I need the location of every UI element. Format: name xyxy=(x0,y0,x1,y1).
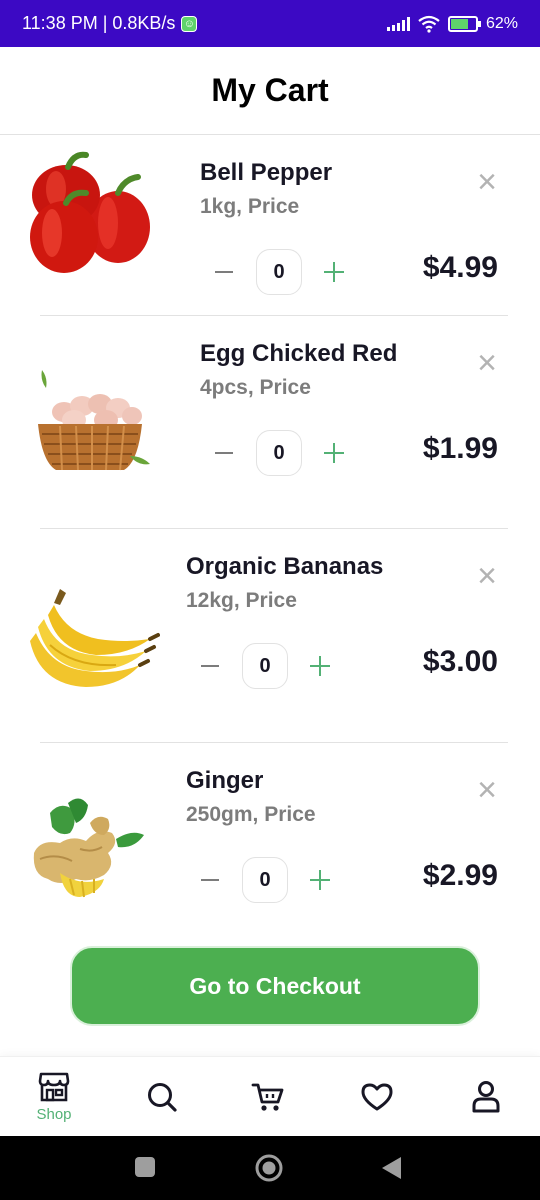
remove-item-button[interactable]: × xyxy=(474,559,500,593)
remove-item-button[interactable]: × xyxy=(474,165,500,199)
home-icon[interactable] xyxy=(254,1153,284,1183)
item-name: Ginger xyxy=(186,767,264,794)
item-price: $2.99 xyxy=(422,859,498,892)
nav-item-account[interactable] xyxy=(446,1057,526,1137)
store-icon xyxy=(38,1072,70,1101)
minus-icon xyxy=(201,665,219,667)
increase-quantity-button[interactable] xyxy=(302,857,338,903)
notification-app-icon: ☺ xyxy=(181,15,198,32)
decrease-quantity-button[interactable] xyxy=(206,430,242,476)
cart-item: Bell Pepper 1kg, Price × 0 $4.99 xyxy=(0,135,540,316)
item-price: $1.99 xyxy=(422,432,498,465)
bell-pepper-image xyxy=(30,151,150,273)
item-subtitle: 4pcs, Price xyxy=(200,376,311,399)
wifi-icon xyxy=(418,15,440,33)
minus-icon xyxy=(215,452,233,454)
nav-label-shop: Shop xyxy=(36,1105,72,1123)
item-subtitle: 1kg, Price xyxy=(200,195,300,218)
ginger-image xyxy=(33,798,144,898)
back-icon[interactable] xyxy=(380,1156,402,1180)
minus-icon xyxy=(201,879,219,881)
quantity-stepper: 0 xyxy=(192,643,338,689)
quantity-value: 0 xyxy=(256,249,302,295)
item-price: $3.00 xyxy=(422,645,498,678)
page-title: My Cart xyxy=(0,47,540,135)
checkout-button[interactable]: Go to Checkout xyxy=(70,946,480,1026)
decrease-quantity-button[interactable] xyxy=(206,249,242,295)
search-icon xyxy=(148,1083,177,1112)
increase-quantity-button[interactable] xyxy=(316,430,352,476)
increase-quantity-button[interactable] xyxy=(316,249,352,295)
remove-item-button[interactable]: × xyxy=(474,346,500,380)
cart-item: Egg Chicked Red 4pcs, Price × 0 $1.99 xyxy=(0,316,540,529)
battery-icon xyxy=(447,15,481,32)
item-price: $4.99 xyxy=(422,251,498,284)
item-subtitle: 12kg, Price xyxy=(186,589,297,612)
nav-item-favourite[interactable] xyxy=(337,1057,417,1137)
heart-icon xyxy=(361,1083,393,1111)
item-name: Egg Chicked Red xyxy=(200,340,398,367)
battery-percent: 62% xyxy=(485,14,518,32)
nav-item-cart[interactable] xyxy=(228,1057,308,1137)
quantity-value: 0 xyxy=(242,643,288,689)
status-time: 11:38 PM | 0.8KB/s xyxy=(22,13,176,33)
nav-item-shop[interactable]: Shop xyxy=(14,1057,94,1137)
bananas-image xyxy=(30,589,160,687)
item-subtitle: 250gm, Price xyxy=(186,803,316,826)
item-name: Organic Bananas xyxy=(186,553,384,580)
signal-icon xyxy=(386,16,410,31)
cart-icon xyxy=(251,1083,284,1111)
item-name: Bell Pepper xyxy=(200,159,333,186)
cart-item: Ginger 250gm, Price × 0 $2.99 xyxy=(0,743,540,943)
decrease-quantity-button[interactable] xyxy=(192,857,228,903)
quantity-stepper: 0 xyxy=(206,430,352,476)
cart-item: Organic Bananas 12kg, Price × 0 $3.00 xyxy=(0,529,540,743)
system-nav-bar xyxy=(0,1136,540,1200)
egg-basket-image xyxy=(38,370,150,471)
user-icon xyxy=(472,1081,500,1113)
status-bar: 11:38 PM | 0.8KB/s ☺ 62% xyxy=(0,0,540,47)
remove-item-button[interactable]: × xyxy=(474,773,500,807)
minus-icon xyxy=(215,271,233,273)
quantity-value: 0 xyxy=(256,430,302,476)
status-right: 62% xyxy=(386,14,518,33)
quantity-stepper: 0 xyxy=(192,857,338,903)
quantity-value: 0 xyxy=(242,857,288,903)
nav-item-explore[interactable] xyxy=(122,1057,202,1137)
quantity-stepper: 0 xyxy=(206,249,352,295)
bottom-nav: Shop xyxy=(0,1056,540,1136)
decrease-quantity-button[interactable] xyxy=(192,643,228,689)
increase-quantity-button[interactable] xyxy=(302,643,338,689)
status-left: 11:38 PM | 0.8KB/s ☺ xyxy=(22,13,198,34)
recents-icon[interactable] xyxy=(134,1156,156,1178)
